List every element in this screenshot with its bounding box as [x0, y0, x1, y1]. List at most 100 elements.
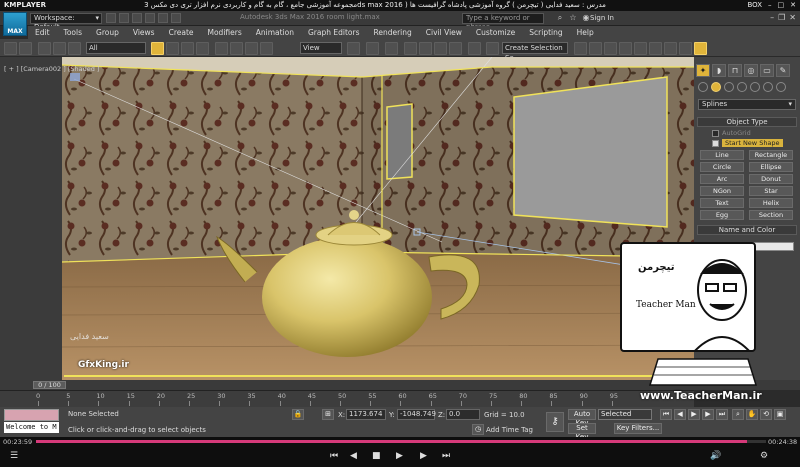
menu-tools[interactable]: Tools	[57, 28, 89, 37]
reference-coordinate-dropdown[interactable]: View	[300, 42, 342, 54]
undo-icon[interactable]	[145, 13, 155, 23]
display-tab-icon[interactable]: ▭	[760, 64, 774, 77]
star-button[interactable]: Star	[749, 186, 793, 196]
time-tag-icon[interactable]: ◷	[472, 424, 484, 435]
player-settings-icon[interactable]: ⚙	[760, 451, 768, 461]
binoculars-icon[interactable]: ⌕	[555, 13, 565, 23]
arc-button[interactable]: Arc	[700, 174, 744, 184]
menu-help[interactable]: Help	[570, 28, 601, 37]
move-icon[interactable]	[215, 42, 228, 55]
maxscript-mini-listener[interactable]: Welcome to M	[4, 422, 59, 433]
player-previous-icon[interactable]: ⏮	[330, 451, 338, 461]
spinner-snap-icon[interactable]	[449, 42, 462, 55]
open-file-icon[interactable]	[119, 13, 129, 23]
selection-filter-dropdown[interactable]: All	[86, 42, 146, 54]
new-file-icon[interactable]	[106, 13, 116, 23]
egg-button[interactable]: Egg	[700, 210, 744, 220]
shapes-icon[interactable]	[711, 82, 721, 92]
save-file-icon[interactable]	[132, 13, 142, 23]
undo-button[interactable]	[4, 42, 17, 55]
redo-icon[interactable]	[158, 13, 168, 23]
player-close-icon[interactable]: ✕	[790, 0, 796, 11]
zoom-icon[interactable]: ⌕	[732, 409, 744, 420]
redo-button[interactable]	[19, 42, 32, 55]
menu-modifiers[interactable]: Modifiers	[201, 28, 249, 37]
utilities-tab-icon[interactable]: ✎	[776, 64, 790, 77]
percent-snap-icon[interactable]	[434, 42, 447, 55]
pivot-center-icon[interactable]	[347, 42, 360, 55]
menu-create[interactable]: Create	[162, 28, 201, 37]
auto-key-button[interactable]: Auto Key	[568, 409, 596, 427]
player-forward-icon[interactable]: ▶	[420, 451, 427, 461]
circle-button[interactable]: Circle	[700, 162, 744, 172]
name-and-color-rollout[interactable]: Name and Color	[697, 225, 797, 235]
y-coord-field[interactable]: -1048.749	[397, 409, 436, 420]
next-frame-icon[interactable]: ▶	[702, 409, 714, 420]
app-logo-button[interactable]: MAX	[3, 12, 27, 36]
link-icon[interactable]	[38, 42, 51, 55]
player-badge[interactable]: BOX	[747, 0, 762, 11]
angle-snap-icon[interactable]	[419, 42, 432, 55]
space-warps-icon[interactable]	[763, 82, 773, 92]
menu-group[interactable]: Group	[89, 28, 126, 37]
unlink-icon[interactable]	[53, 42, 66, 55]
orbit-icon[interactable]: ⟲	[760, 409, 772, 420]
render-frame-icon[interactable]	[679, 42, 692, 55]
schematic-view-icon[interactable]	[634, 42, 647, 55]
menu-rendering[interactable]: Rendering	[366, 28, 418, 37]
ngon-button[interactable]: NGon	[700, 186, 744, 196]
time-slider[interactable]: 0 / 100	[33, 381, 66, 389]
region-select-icon[interactable]	[181, 42, 194, 55]
player-maximize-icon[interactable]: □	[778, 0, 785, 11]
player-stop-icon[interactable]: ■	[372, 451, 381, 461]
menu-animation[interactable]: Animation	[249, 28, 301, 37]
edit-named-selection-icon[interactable]	[468, 42, 481, 55]
minimize-icon[interactable]: –	[770, 13, 774, 22]
material-editor-icon[interactable]	[649, 42, 662, 55]
play-icon[interactable]: ▶	[688, 409, 700, 420]
graphite-toolbar-icon[interactable]	[604, 42, 617, 55]
lock-selection-icon[interactable]: 🔒	[292, 409, 304, 420]
sign-in-button[interactable]: Sign In	[590, 14, 614, 22]
menu-customize[interactable]: Customize	[469, 28, 522, 37]
key-filters-button[interactable]: Key Filters...	[614, 423, 662, 434]
lights-icon[interactable]	[724, 82, 734, 92]
player-playlist-icon[interactable]: ☰	[10, 451, 18, 461]
text-button[interactable]: Text	[700, 198, 744, 208]
pan-icon[interactable]: ✋	[746, 409, 758, 420]
workspace-dropdown[interactable]: Workspace: Default▾	[30, 13, 102, 31]
go-to-end-icon[interactable]: ⏭	[716, 409, 728, 420]
add-time-tag[interactable]: Add Time Tag	[486, 426, 533, 434]
ellipse-button[interactable]: Ellipse	[749, 162, 793, 172]
bind-space-warp-icon[interactable]	[68, 42, 81, 55]
helix-button[interactable]: Helix	[749, 198, 793, 208]
project-folder-icon[interactable]	[171, 13, 181, 23]
maxscript-listener[interactable]	[4, 409, 59, 421]
window-crossing-icon[interactable]	[196, 42, 209, 55]
shape-category-dropdown[interactable]: Splines ▾	[698, 99, 796, 110]
menu-views[interactable]: Views	[126, 28, 162, 37]
star-icon[interactable]: ☆	[568, 13, 578, 23]
mirror-icon[interactable]	[486, 42, 499, 55]
menu-scripting[interactable]: Scripting	[522, 28, 569, 37]
close-icon[interactable]: ✕	[789, 13, 796, 22]
align-icon[interactable]	[574, 42, 587, 55]
go-to-start-icon[interactable]: ⏮	[660, 409, 672, 420]
menu-graph-editors[interactable]: Graph Editors	[301, 28, 367, 37]
section-button[interactable]: Section	[749, 210, 793, 220]
autogrid-checkbox[interactable]: AutoGrid	[712, 129, 751, 137]
maximize-viewport-icon[interactable]: ▣	[774, 409, 786, 420]
search-input[interactable]: Type a keyword or phrase	[462, 13, 544, 31]
layer-manager-icon[interactable]	[589, 42, 602, 55]
rotate-icon[interactable]	[230, 42, 243, 55]
absolute-mode-icon[interactable]: ⊞	[322, 409, 334, 420]
key-filter-selection-dropdown[interactable]: Selected	[598, 409, 652, 420]
create-tab-icon[interactable]: ✦	[696, 64, 710, 77]
restore-icon[interactable]: ❐	[778, 13, 785, 22]
select-by-name-icon[interactable]	[166, 42, 179, 55]
modify-tab-icon[interactable]: ◗	[712, 64, 726, 77]
start-new-shape-checkbox[interactable]: Start New Shape	[712, 139, 783, 147]
cameras-icon[interactable]	[737, 82, 747, 92]
donut-button[interactable]: Donut	[749, 174, 793, 184]
render-setup-icon[interactable]	[664, 42, 677, 55]
